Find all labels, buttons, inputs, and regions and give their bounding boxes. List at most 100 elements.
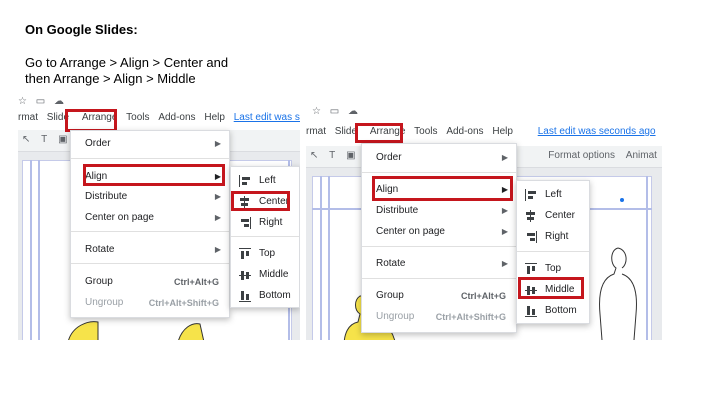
arrange-highlight <box>65 109 117 132</box>
shortcut-label: Ctrl+Alt+Shift+G <box>148 298 219 308</box>
star-icon[interactable]: ☆ <box>18 96 27 107</box>
align-top-icon <box>239 248 251 260</box>
guide-line <box>30 160 32 340</box>
animate-button[interactable]: Animat <box>626 150 657 161</box>
cloud-icon[interactable]: ☁ <box>348 106 358 117</box>
submenu-item-top[interactable]: Top <box>517 259 589 279</box>
image-icon[interactable]: ▣ <box>58 134 67 145</box>
menu-item-order[interactable]: Order ▶ <box>71 134 229 154</box>
textbox-icon[interactable]: T <box>41 134 47 145</box>
submenu-item-left[interactable]: Left <box>517 185 589 205</box>
align-highlight <box>372 176 513 201</box>
folder-icon[interactable]: ▭ <box>36 96 45 107</box>
format-options-button[interactable]: Format options <box>548 150 615 161</box>
menu-item-ungroup[interactable]: Ungroup Ctrl+Alt+Shift+G <box>71 293 229 313</box>
submenu-label: Bottom <box>545 305 577 316</box>
toolbar-icons-row: ☆ ▭ ☁ <box>18 96 300 110</box>
menu-addons[interactable]: Add-ons <box>446 126 483 137</box>
align-bottom-icon <box>239 290 251 302</box>
menu-item-label: Distribute <box>376 205 419 216</box>
menu-item-rotate[interactable]: Rotate ▶ <box>362 254 516 274</box>
submenu-arrow-icon: ▶ <box>501 259 508 268</box>
star-icon[interactable]: ☆ <box>312 106 321 117</box>
menu-item-label: Order <box>376 152 402 163</box>
shortcut-label: Ctrl+Alt+G <box>173 277 219 287</box>
align-top-icon <box>525 263 537 275</box>
submenu-item-center[interactable]: Center <box>517 206 589 226</box>
menu-help[interactable]: Help <box>204 112 225 123</box>
submenu-label: Middle <box>259 269 289 280</box>
last-edit-link[interactable]: Last edit was second <box>234 112 300 123</box>
submenu-arrow-icon: ▶ <box>214 139 221 148</box>
menu-item-center-on-page[interactable]: Center on page ▶ <box>362 222 516 242</box>
menu-divider <box>71 158 229 159</box>
menu-item-label: Order <box>85 138 111 149</box>
instruction-line-2: then Arrange > Align > Middle <box>25 71 196 86</box>
align-left-icon <box>525 189 537 201</box>
folder-icon[interactable]: ▭ <box>330 106 339 117</box>
menu-divider <box>517 251 589 252</box>
align-middle-icon <box>239 269 251 281</box>
menu-format[interactable]: rmat <box>306 126 326 137</box>
menu-divider <box>71 263 229 264</box>
menu-item-label: Ungroup <box>85 297 124 308</box>
menu-item-group[interactable]: Group Ctrl+Alt+G <box>362 286 516 306</box>
image-icon[interactable]: ▣ <box>346 150 355 161</box>
submenu-label: Left <box>545 189 562 200</box>
middle-highlight <box>518 277 584 299</box>
submenu-arrow-icon: ▶ <box>501 227 508 236</box>
menu-item-label: Center on page <box>376 226 445 237</box>
menu-tools[interactable]: Tools <box>126 112 149 123</box>
menubar: rmat Slide Arrange Tools Add-ons Help La… <box>18 112 300 130</box>
submenu-item-right[interactable]: Right <box>231 213 299 233</box>
menu-slide[interactable]: Slide <box>335 126 357 137</box>
arrange-highlight <box>355 123 403 143</box>
cursor-icon[interactable]: ↖ <box>22 134 30 145</box>
submenu-item-bottom[interactable]: Bottom <box>231 286 299 306</box>
menu-item-distribute[interactable]: Distribute ▶ <box>71 187 229 207</box>
submenu-item-left[interactable]: Left <box>231 171 299 191</box>
menu-item-distribute[interactable]: Distribute ▶ <box>362 201 516 221</box>
submenu-item-right[interactable]: Right <box>517 227 589 247</box>
menu-item-center-on-page[interactable]: Center on page ▶ <box>71 208 229 228</box>
submenu-arrow-icon: ▶ <box>501 206 508 215</box>
menu-divider <box>71 231 229 232</box>
cloud-icon[interactable]: ☁ <box>54 96 64 107</box>
page-heading: On Google Slides: <box>25 22 138 37</box>
textbox-icon[interactable]: T <box>329 150 335 161</box>
instruction-text: Go to Arrange > Align > Center and then … <box>25 55 325 87</box>
submenu-arrow-icon: ▶ <box>214 245 221 254</box>
submenu-item-top[interactable]: Top <box>231 244 299 264</box>
guide-line <box>328 176 330 340</box>
align-bottom-icon <box>525 305 537 317</box>
submenu-label: Left <box>259 175 276 186</box>
arrange-menu: Order ▶ Align ▶ Distribute ▶ Center on page… <box>70 130 230 318</box>
last-edit-link[interactable]: Last edit was seconds ago <box>538 126 656 137</box>
menu-item-label: Group <box>376 290 404 301</box>
submenu-arrow-icon: ▶ <box>214 192 221 201</box>
menu-divider <box>362 172 516 173</box>
submenu-label: Center <box>545 210 576 221</box>
cursor-icon[interactable]: ↖ <box>310 150 318 161</box>
submenu-item-middle[interactable]: Middle <box>231 265 299 285</box>
selection-handle[interactable] <box>620 198 624 202</box>
menu-format[interactable]: rmat <box>18 112 38 123</box>
instruction-line-1: Go to Arrange > Align > Center and <box>25 55 229 70</box>
menu-addons[interactable]: Add-ons <box>158 112 195 123</box>
shortcut-label: Ctrl+Alt+G <box>460 291 506 301</box>
menu-item-ungroup[interactable]: Ungroup Ctrl+Alt+Shift+G <box>362 307 516 327</box>
menu-item-rotate[interactable]: Rotate ▶ <box>71 240 229 260</box>
menu-item-order[interactable]: Order ▶ <box>362 148 516 168</box>
figure-outline <box>599 247 637 340</box>
screenshot-center-align: ☆ ▭ ☁ rmat Slide Arrange Tools Add-ons H… <box>18 96 300 340</box>
align-center-icon <box>525 210 537 222</box>
menu-tools[interactable]: Tools <box>414 126 437 137</box>
menu-divider <box>231 236 299 237</box>
menu-help[interactable]: Help <box>492 126 513 137</box>
submenu-arrow-icon: ▶ <box>214 213 221 222</box>
align-left-icon <box>239 175 251 187</box>
submenu-item-bottom[interactable]: Bottom <box>517 301 589 321</box>
toolbar-icons-row: ☆ ▭ ☁ <box>306 106 662 120</box>
menu-item-group[interactable]: Group Ctrl+Alt+G <box>71 272 229 292</box>
menu-divider <box>362 246 516 247</box>
